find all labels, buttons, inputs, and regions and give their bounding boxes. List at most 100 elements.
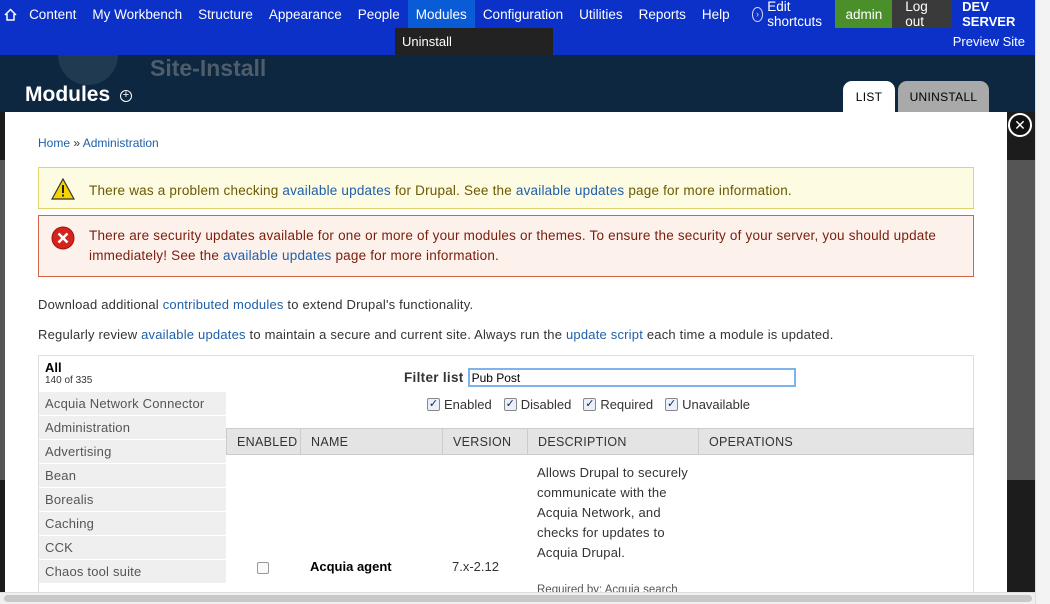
horizontal-scrollbar[interactable]: [0, 592, 1035, 604]
filter-enabled[interactable]: ✓ Enabled: [427, 397, 492, 412]
filter-input[interactable]: [467, 368, 796, 387]
warning-text: There was a problem checking available u…: [89, 181, 959, 201]
col-operations[interactable]: OPERATIONS: [699, 429, 973, 454]
category-item[interactable]: Bean: [39, 464, 226, 488]
table-row: Acquia agent 7.x-2.12 Allows Drupal to s…: [226, 455, 974, 592]
category-item[interactable]: Borealis: [39, 488, 226, 512]
toolbar-item-modules[interactable]: Modules: [407, 0, 475, 28]
module-version: 7.x-2.12: [452, 559, 499, 574]
backdrop: [1007, 160, 1035, 480]
table-header: ENABLED NAME VERSION DESCRIPTION OPERATI…: [226, 428, 974, 455]
user-link[interactable]: admin: [835, 0, 893, 28]
category-item[interactable]: Chaos tool suite: [39, 560, 226, 584]
site-name: Site-Install: [150, 55, 267, 81]
category-all[interactable]: All 140 of 335: [39, 356, 226, 392]
checkbox-checked-icon[interactable]: ✓: [583, 398, 597, 411]
category-item[interactable]: Caching: [39, 512, 226, 536]
update-script-link[interactable]: update script: [566, 327, 643, 342]
filter-unavailable-label: Unavailable: [682, 397, 751, 412]
filter-disabled[interactable]: ✓ Disabled: [503, 397, 572, 412]
error-message: There are security updates available for…: [38, 215, 974, 277]
close-overlay-icon[interactable]: ✕: [1008, 113, 1032, 137]
error-text: There are security updates available for…: [89, 226, 959, 266]
available-updates-link[interactable]: available updates: [223, 248, 331, 263]
category-item[interactable]: Administration: [39, 416, 226, 440]
toolbar-item-reports[interactable]: Reports: [631, 0, 694, 28]
available-updates-link[interactable]: available updates: [282, 183, 390, 198]
update-info: Regularly review available updates to ma…: [38, 327, 834, 342]
category-list: All 140 of 335 Acquia Network Connector …: [39, 356, 226, 584]
module-name: Acquia agent: [310, 559, 392, 574]
toolbar-drawer: Uninstall Preview Site: [0, 28, 1035, 55]
page-title: Modules: [25, 83, 111, 106]
filter-enabled-label: Enabled: [444, 397, 492, 412]
module-browser: All 140 of 335 Acquia Network Connector …: [38, 355, 974, 592]
error-text-part: page for more information.: [331, 248, 499, 263]
tab-uninstall[interactable]: UNINSTALL: [898, 81, 989, 112]
checkbox-checked-icon[interactable]: ✓: [503, 398, 517, 411]
tab-list[interactable]: LIST: [843, 81, 895, 112]
preview-site-link[interactable]: Preview Site: [953, 34, 1025, 49]
breadcrumb-administration[interactable]: Administration: [83, 136, 159, 150]
edit-shortcuts-link[interactable]: Edit shortcuts: [767, 0, 827, 29]
breadcrumb: Home » Administration: [38, 136, 159, 150]
contributed-modules-link[interactable]: contributed modules: [163, 297, 284, 312]
col-version[interactable]: VERSION: [443, 429, 528, 454]
filter-unavailable[interactable]: ✓ Unavailable: [665, 397, 750, 412]
toolbar-item-structure[interactable]: Structure: [190, 0, 261, 28]
toolbar-item-appearance[interactable]: Appearance: [261, 0, 350, 28]
toolbar-item-utilities[interactable]: Utilities: [571, 0, 631, 28]
col-description[interactable]: DESCRIPTION: [528, 429, 699, 454]
warning-message: There was a problem checking available u…: [38, 167, 974, 209]
filter-required-label: Required: [600, 397, 654, 412]
filter-label: Filter list: [404, 370, 464, 385]
overlay-content: Home » Administration There was a proble…: [5, 112, 1007, 592]
module-description: Allows Drupal to securely communicate wi…: [537, 465, 688, 560]
warning-text-part: for Drupal. See the: [390, 183, 516, 198]
site-logo: [58, 55, 118, 85]
toolbar-item-configuration[interactable]: Configuration: [475, 0, 571, 28]
module-enable-checkbox[interactable]: [257, 562, 269, 574]
checkbox-checked-icon[interactable]: ✓: [665, 398, 679, 411]
toolbar-item-people[interactable]: People: [350, 0, 408, 28]
download-info: Download additional contributed modules …: [38, 297, 473, 312]
col-name[interactable]: NAME: [301, 429, 443, 454]
toolbar-item-help[interactable]: Help: [694, 0, 738, 28]
vertical-scrollbar[interactable]: [1035, 0, 1050, 604]
category-item[interactable]: Acquia Network Connector: [39, 392, 226, 416]
chevron-right-icon: ›: [751, 6, 764, 22]
breadcrumb-separator: »: [70, 136, 83, 150]
text-part: to maintain a secure and current site. A…: [245, 327, 566, 342]
home-icon[interactable]: [0, 0, 21, 28]
breadcrumb-home[interactable]: Home: [38, 136, 70, 150]
available-updates-link[interactable]: available updates: [141, 327, 246, 342]
server-label: DEV SERVER: [962, 0, 1016, 29]
text-part: Download additional: [38, 297, 163, 312]
filter-disabled-label: Disabled: [520, 397, 572, 412]
scrollbar-thumb[interactable]: [4, 595, 1032, 602]
shortcuts-toggle[interactable]: › Edit shortcuts: [744, 0, 836, 29]
modules-table: ENABLED NAME VERSION DESCRIPTION OPERATI…: [226, 428, 974, 592]
category-all-label: All: [45, 360, 62, 375]
category-all-count: 140 of 335: [45, 375, 93, 386]
toolbar-item-my-workbench[interactable]: My Workbench: [84, 0, 190, 28]
add-shortcut-icon[interactable]: +: [120, 90, 132, 102]
error-icon: [51, 226, 75, 253]
warning-text-part: There was a problem checking: [89, 183, 283, 198]
warning-text-part: page for more information.: [624, 183, 792, 198]
col-enabled[interactable]: ENABLED: [227, 429, 301, 454]
text-part: Regularly review: [38, 327, 142, 342]
toolbar-item-content[interactable]: Content: [21, 0, 84, 28]
error-text-part: There are security updates available for…: [89, 228, 937, 263]
logout-link[interactable]: Log out: [892, 0, 953, 29]
text-part: to extend Drupal's functionality.: [283, 297, 474, 312]
warning-icon: [50, 177, 76, 203]
filter-row: Filter list: [404, 368, 796, 387]
category-item[interactable]: Advertising: [39, 440, 226, 464]
available-updates-link[interactable]: available updates: [516, 183, 624, 198]
filter-required[interactable]: ✓ Required: [583, 397, 653, 412]
modules-submenu-uninstall[interactable]: Uninstall: [395, 28, 553, 55]
checkbox-checked-icon[interactable]: ✓: [427, 398, 440, 411]
category-item[interactable]: CCK: [39, 536, 226, 560]
module-required-by: Required by: Acquia search: [537, 584, 678, 592]
